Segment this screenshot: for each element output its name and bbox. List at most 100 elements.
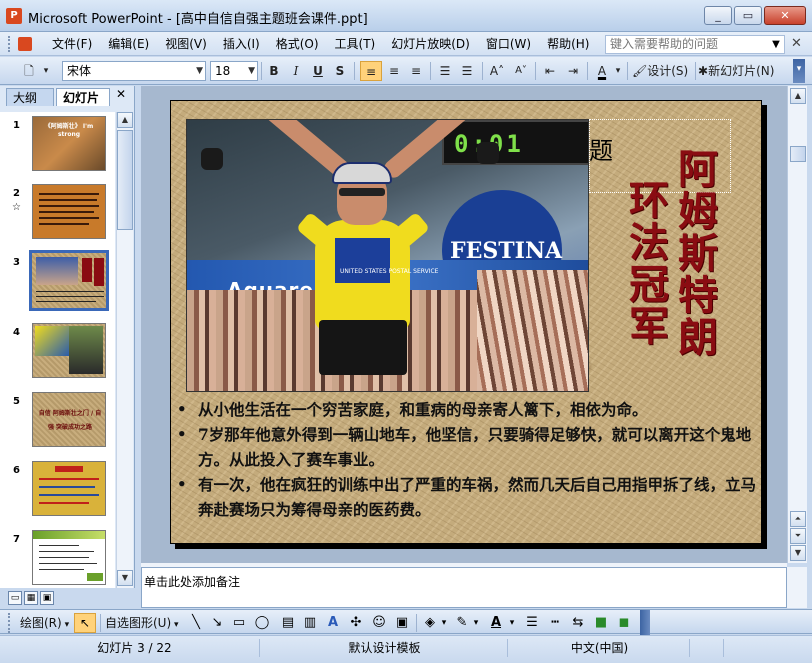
- align-left-icon[interactable]: ≡: [360, 61, 382, 81]
- tab-slides[interactable]: 幻灯片: [56, 88, 110, 106]
- increase-font-icon[interactable]: A˄: [486, 61, 508, 81]
- slideshow-view-icon[interactable]: ▣: [40, 591, 54, 605]
- dash-style-icon[interactable]: ┅: [546, 615, 564, 631]
- text-shadow-button[interactable]: S: [329, 61, 351, 81]
- font-color-icon[interactable]: A: [487, 615, 505, 631]
- scroll-up-icon[interactable]: ▲: [117, 112, 133, 128]
- toolbar-options-icon[interactable]: ▾: [40, 61, 52, 81]
- notes-placeholder: 单击此处添加备注: [144, 575, 241, 589]
- scroll-up-icon[interactable]: ▲: [790, 88, 806, 104]
- clipart-icon[interactable]: ☺: [370, 615, 388, 631]
- bold-button[interactable]: B: [263, 61, 285, 81]
- menu-edit[interactable]: 编辑(E): [100, 32, 157, 56]
- minimize-button[interactable]: _: [704, 6, 732, 25]
- menu-view[interactable]: 视图(V): [157, 32, 215, 56]
- line-style-icon[interactable]: ☰: [523, 615, 541, 631]
- arrow-style-icon[interactable]: ⇆: [569, 615, 587, 631]
- font-name-select[interactable]: 宋体 ▼: [62, 61, 206, 81]
- scroll-thumb[interactable]: [117, 130, 133, 230]
- toolbar-options-icon[interactable]: ▾: [793, 59, 805, 83]
- picture-icon[interactable]: ▣: [393, 615, 411, 631]
- chevron-down-icon[interactable]: ▾: [613, 61, 623, 81]
- document-close-icon[interactable]: ✕: [791, 36, 802, 51]
- current-slide[interactable]: 0:01 FESTINA Aquarel UNITED STATES POSTA…: [170, 100, 762, 544]
- menu-window[interactable]: 窗口(W): [478, 32, 539, 56]
- normal-view-icon[interactable]: ▭: [8, 591, 22, 605]
- menu-format[interactable]: 格式(O): [268, 32, 327, 56]
- chevron-down-icon[interactable]: ▾: [439, 615, 449, 631]
- select-objects-icon[interactable]: ↖: [74, 613, 96, 633]
- rectangle-icon[interactable]: ▭: [230, 615, 248, 631]
- diagram-icon[interactable]: ✣: [347, 615, 365, 631]
- new-document-icon[interactable]: 🗋: [18, 61, 40, 81]
- arrow-icon[interactable]: ↘: [208, 615, 226, 631]
- font-color-icon[interactable]: A: [591, 61, 613, 81]
- menu-insert[interactable]: 插入(I): [215, 32, 268, 56]
- toolbar-grip[interactable]: [8, 613, 12, 633]
- slide-thumbnail-6[interactable]: 6: [0, 461, 115, 525]
- tab-outline[interactable]: 大纲: [6, 88, 54, 106]
- shadow-style-icon[interactable]: ■: [592, 615, 610, 631]
- wordart-icon[interactable]: A: [324, 615, 342, 631]
- close-button[interactable]: ✕: [764, 6, 806, 25]
- slide-thumbnail-3[interactable]: 3: [0, 250, 115, 317]
- vertical-title-armstrong[interactable]: 阿姆斯特朗: [671, 148, 718, 358]
- help-search-input[interactable]: 键入需要帮助的问题: [605, 35, 785, 54]
- new-slide-button[interactable]: ✱新幻灯片(N): [698, 61, 790, 81]
- chevron-down-icon[interactable]: ▾: [507, 615, 517, 631]
- menu-slideshow[interactable]: 幻灯片放映(D): [383, 32, 478, 56]
- line-icon[interactable]: ╲: [187, 615, 205, 631]
- previous-slide-icon[interactable]: ⏶: [790, 511, 806, 527]
- italic-button[interactable]: I: [285, 61, 307, 81]
- next-slide-icon[interactable]: ⏷: [790, 528, 806, 544]
- oval-icon[interactable]: ◯: [253, 615, 271, 631]
- scroll-thumb[interactable]: [790, 146, 806, 162]
- bullets-icon[interactable]: ☰: [456, 61, 478, 81]
- slide-thumbnail-1[interactable]: 1 《阿姆斯壮》 I'm strong: [0, 116, 115, 180]
- design-template-name[interactable]: 默认设计模板: [262, 639, 508, 657]
- toolbar-options-icon[interactable]: [640, 610, 650, 635]
- draw-menu-button[interactable]: 绘图(R) ▾: [20, 613, 69, 633]
- slide-thumbnail-5[interactable]: 5 自信 阿姆斯壮之门 / 自强 突破成功之路: [0, 392, 115, 456]
- slide-scrollbar[interactable]: ▲ ⏶ ⏷ ▼: [787, 86, 807, 563]
- underline-button[interactable]: U: [307, 61, 329, 81]
- new-slide-icon: ✱: [698, 64, 709, 78]
- vertical-textbox-icon[interactable]: ▥: [301, 615, 319, 631]
- increase-indent-icon[interactable]: ⇥: [562, 61, 584, 81]
- align-right-icon[interactable]: ≡: [405, 61, 427, 81]
- 3d-style-icon[interactable]: ◼: [615, 615, 633, 631]
- menu-help[interactable]: 帮助(H): [539, 32, 597, 56]
- vertical-title-champion[interactable]: 环法冠军: [622, 179, 669, 347]
- scroll-down-icon[interactable]: ▼: [790, 545, 806, 561]
- bullet-list[interactable]: • 从小他生活在一个穷苦家庭，和重病的母亲寄人篱下，相依为命。 • 7岁那年他意…: [175, 397, 765, 522]
- menu-tools[interactable]: 工具(T): [327, 32, 384, 56]
- slide-thumbnail-2[interactable]: 2 ☆: [0, 184, 115, 248]
- chevron-down-icon[interactable]: ▾: [471, 615, 481, 631]
- document-icon[interactable]: [18, 37, 32, 51]
- animation-star-icon: ☆: [12, 202, 21, 213]
- notes-pane[interactable]: 单击此处添加备注: [141, 567, 787, 608]
- chevron-down-icon[interactable]: ▼: [768, 35, 784, 54]
- design-button[interactable]: 🖌设计(S): [632, 61, 694, 81]
- slide-thumbnail-4[interactable]: 4: [0, 323, 115, 387]
- restore-button[interactable]: ▭: [734, 6, 762, 25]
- font-size-select[interactable]: 18 ▼: [210, 61, 258, 81]
- thumbnail-scrollbar[interactable]: ▲ ▼: [116, 112, 133, 588]
- decrease-indent-icon[interactable]: ⇤: [539, 61, 561, 81]
- fill-color-icon[interactable]: ◈: [421, 615, 439, 631]
- scroll-down-icon[interactable]: ▼: [117, 570, 133, 586]
- slide-sorter-view-icon[interactable]: ▦: [24, 591, 38, 605]
- cyclist-photo[interactable]: 0:01 FESTINA Aquarel UNITED STATES POSTA…: [186, 119, 589, 392]
- textbox-icon[interactable]: ▤: [279, 615, 297, 631]
- decrease-font-icon[interactable]: A˅: [510, 61, 532, 81]
- powerpoint-app-icon[interactable]: P: [6, 8, 22, 24]
- slide-thumbnail-7[interactable]: 7: [0, 530, 115, 588]
- menu-file[interactable]: 文件(F): [44, 32, 100, 56]
- notes-scrollbar[interactable]: [787, 567, 807, 608]
- toolbar-grip[interactable]: [8, 36, 11, 52]
- align-center-icon[interactable]: ≡: [383, 61, 405, 81]
- autoshapes-menu-button[interactable]: 自选图形(U) ▾: [105, 613, 179, 633]
- numbering-icon[interactable]: ☰: [434, 61, 456, 81]
- line-color-icon[interactable]: ✎: [453, 615, 471, 631]
- panel-close-icon[interactable]: ✕: [116, 87, 126, 101]
